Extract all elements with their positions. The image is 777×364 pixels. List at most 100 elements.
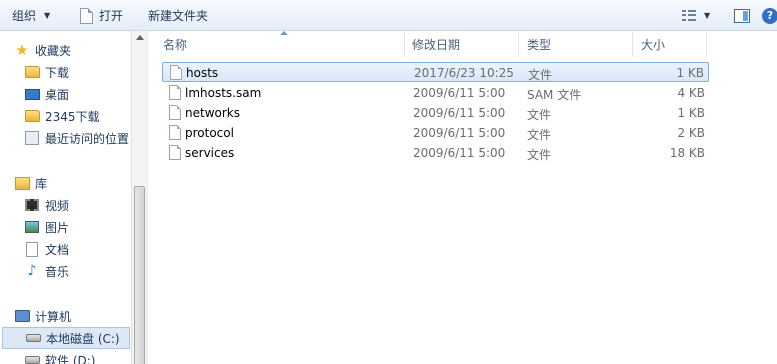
star-icon: ★ bbox=[15, 41, 29, 59]
new-folder-label: 新建文件夹 bbox=[148, 9, 209, 23]
nav-item-local-disk-c[interactable]: 本地磁盘 (C:) bbox=[2, 327, 130, 349]
command-bar: 组织 ▼ 打开 新建文件夹 ▼ ? bbox=[0, 0, 777, 31]
file-row-protocol[interactable]: protocol 2009/6/11 5:00 文件 2 KB bbox=[162, 123, 709, 143]
file-type: 文件 bbox=[527, 128, 552, 142]
recent-places-icon bbox=[24, 130, 40, 146]
file-icon bbox=[169, 145, 181, 160]
nav-item-videos[interactable]: 视频 bbox=[24, 195, 69, 215]
scroll-up-arrow-icon[interactable] bbox=[136, 35, 144, 40]
video-icon bbox=[24, 197, 40, 213]
nav-item-computer[interactable]: 计算机 bbox=[14, 306, 71, 326]
nav-item-label: 下载 bbox=[45, 65, 70, 80]
file-row-hosts[interactable]: hosts 2017/6/23 10:25 文件 1 KB bbox=[162, 62, 709, 82]
file-size: 2 KB bbox=[677, 126, 705, 140]
open-button[interactable]: 打开 bbox=[80, 0, 123, 31]
file-date: 2009/6/11 5:00 bbox=[413, 146, 506, 160]
nav-item-label: 库 bbox=[35, 176, 48, 191]
new-folder-button[interactable]: 新建文件夹 bbox=[148, 0, 208, 31]
folder-icon bbox=[24, 108, 40, 124]
file-name: services bbox=[185, 146, 235, 160]
file-date: 2009/6/11 5:00 bbox=[413, 86, 506, 100]
column-header-label: 名称 bbox=[163, 37, 188, 52]
nav-item-label: 桌面 bbox=[45, 87, 70, 102]
nav-item-label: 收藏夹 bbox=[35, 43, 72, 58]
drive-icon bbox=[24, 352, 40, 364]
nav-item-software-d[interactable]: 软件 (D:) bbox=[24, 350, 95, 364]
nav-item-label: 视频 bbox=[45, 198, 70, 213]
drive-icon bbox=[25, 330, 41, 346]
file-row-services[interactable]: services 2009/6/11 5:00 文件 18 KB bbox=[162, 143, 709, 163]
nav-item-label: 音乐 bbox=[45, 264, 70, 279]
file-name: lmhosts.sam bbox=[185, 86, 262, 100]
column-header-row: 名称 修改日期 类型 大小 bbox=[155, 31, 715, 57]
navigation-pane: ★ 收藏夹 下载 桌面 2345下载 最近访问的位置 库 视频 图片 文档 ♪ … bbox=[0, 31, 147, 364]
nav-item-label: 计算机 bbox=[35, 309, 72, 324]
file-size: 1 KB bbox=[676, 66, 704, 80]
file-type: 文件 bbox=[528, 68, 553, 82]
file-icon bbox=[169, 105, 181, 120]
preview-pane-button[interactable] bbox=[734, 0, 750, 31]
file-icon bbox=[170, 65, 182, 80]
column-header-size[interactable]: 大小 bbox=[633, 31, 707, 57]
nav-item-downloads[interactable]: 下载 bbox=[24, 62, 69, 82]
file-row-lmhosts[interactable]: lmhosts.sam 2009/6/11 5:00 SAM 文件 4 KB bbox=[162, 83, 709, 103]
nav-item-pictures[interactable]: 图片 bbox=[24, 217, 69, 237]
nav-item-label: 最近访问的位置 bbox=[45, 131, 130, 146]
column-header-name[interactable]: 名称 bbox=[155, 31, 405, 57]
column-header-date[interactable]: 修改日期 bbox=[405, 31, 519, 57]
nav-item-libraries[interactable]: 库 bbox=[14, 173, 47, 193]
file-size: 18 KB bbox=[669, 146, 705, 160]
documents-icon bbox=[24, 241, 40, 257]
nav-item-label: 2345下载 bbox=[45, 109, 100, 124]
desktop-icon bbox=[24, 86, 40, 102]
change-view-button[interactable] bbox=[682, 0, 696, 31]
nav-item-documents[interactable]: 文档 bbox=[24, 239, 69, 259]
file-type: 文件 bbox=[527, 108, 552, 122]
file-date: 2017/6/23 10:25 bbox=[414, 66, 514, 80]
document-icon bbox=[80, 7, 93, 24]
column-header-label: 大小 bbox=[641, 37, 666, 52]
view-options-dropdown[interactable]: ▼ bbox=[704, 0, 710, 31]
column-header-type[interactable]: 类型 bbox=[519, 31, 633, 57]
nav-item-label: 本地磁盘 (C:) bbox=[46, 331, 120, 346]
pictures-icon bbox=[24, 219, 40, 235]
column-header-label: 修改日期 bbox=[412, 37, 461, 52]
nav-item-recent-places[interactable]: 最近访问的位置 bbox=[24, 128, 129, 148]
file-size: 4 KB bbox=[677, 86, 705, 100]
chevron-down-icon: ▼ bbox=[44, 11, 51, 20]
navigation-scrollbar[interactable] bbox=[131, 31, 147, 364]
help-button[interactable]: ? bbox=[762, 0, 777, 31]
file-name: networks bbox=[185, 106, 240, 120]
preview-pane-icon bbox=[734, 8, 750, 23]
file-icon bbox=[169, 85, 181, 100]
nav-item-label: 图片 bbox=[45, 220, 70, 235]
nav-item-2345-downloads[interactable]: 2345下载 bbox=[24, 106, 100, 126]
library-icon bbox=[14, 175, 30, 191]
help-icon: ? bbox=[762, 7, 777, 24]
organize-button[interactable]: 组织 ▼ bbox=[12, 0, 50, 31]
chevron-down-icon: ▼ bbox=[704, 11, 711, 20]
file-date: 2009/6/11 5:00 bbox=[413, 106, 506, 120]
nav-item-label: 软件 (D:) bbox=[45, 353, 96, 364]
file-name: hosts bbox=[186, 66, 219, 80]
computer-icon bbox=[14, 308, 30, 324]
nav-item-desktop[interactable]: 桌面 bbox=[24, 84, 69, 104]
music-note-icon: ♪ bbox=[27, 263, 37, 279]
scrollbar-thumb[interactable] bbox=[134, 186, 145, 364]
column-header-label: 类型 bbox=[527, 37, 552, 52]
file-size: 1 KB bbox=[677, 106, 705, 120]
file-row-networks[interactable]: networks 2009/6/11 5:00 文件 1 KB bbox=[162, 103, 709, 123]
nav-item-favorites[interactable]: ★ 收藏夹 bbox=[14, 40, 71, 60]
file-icon bbox=[169, 125, 181, 140]
nav-item-music[interactable]: ♪ 音乐 bbox=[24, 261, 69, 281]
view-list-icon bbox=[682, 9, 696, 22]
pane-splitter[interactable] bbox=[147, 31, 155, 364]
file-name: protocol bbox=[185, 126, 234, 140]
file-list: 名称 修改日期 类型 大小 hosts 2017/6/23 10:25 文件 1… bbox=[155, 31, 777, 364]
file-type: 文件 bbox=[527, 148, 552, 162]
file-type: SAM 文件 bbox=[527, 88, 582, 102]
organize-label: 组织 bbox=[12, 9, 37, 23]
open-label: 打开 bbox=[99, 9, 124, 23]
nav-item-label: 文档 bbox=[45, 242, 70, 257]
downloads-folder-icon bbox=[24, 64, 40, 80]
